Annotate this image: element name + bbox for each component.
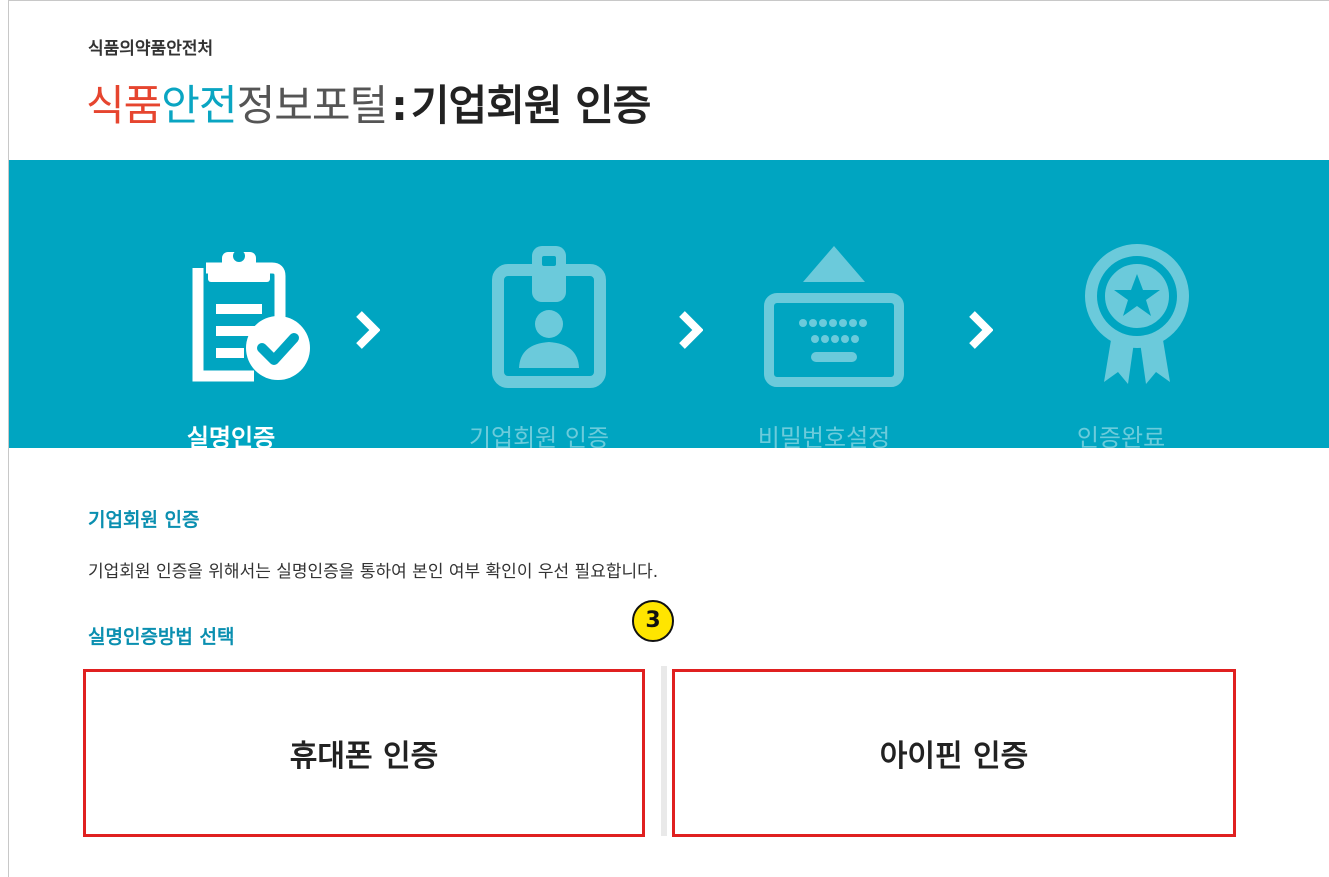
phone-auth-button[interactable]: 휴대폰 인증: [83, 669, 645, 837]
page-title: 식품안전정보포털:기업회원 인증: [86, 72, 651, 133]
step-complete: [1037, 238, 1237, 388]
title-safety: 안전: [161, 81, 237, 130]
step-label-corporate: 기업회원 인증: [468, 424, 610, 448]
step-label-real-name: 실명인증: [186, 424, 276, 448]
title-subtitle: 기업회원 인증: [410, 81, 651, 130]
step-label-password: 비밀번호설정: [757, 424, 891, 448]
keyboard-icon: [764, 246, 904, 387]
title-separator: :: [391, 81, 408, 130]
step-password: [734, 238, 934, 388]
step-label-complete: 인증완료: [1076, 424, 1166, 448]
button-divider: [661, 666, 667, 836]
chevron-right-icon: [677, 310, 704, 354]
section-title: 기업회원 인증: [88, 509, 200, 531]
annotation-badge: 3: [632, 600, 674, 642]
chevron-right-icon: [967, 310, 994, 354]
section-description: 기업회원 인증을 위해서는 실명인증을 통하여 본인 여부 확인이 우선 필요합…: [88, 562, 659, 582]
chevron-right-icon: [354, 310, 381, 354]
id-badge-icon: [492, 246, 606, 388]
agency-name: 식품의약품안전처: [88, 39, 214, 59]
clipboard-check-icon: [192, 250, 310, 382]
title-info-portal: 정보포털: [236, 81, 389, 130]
progress-steps-banner: 실명인증 기업회원 인증 비밀번호설정 인증완료: [9, 160, 1329, 448]
award-medal-icon: [1085, 244, 1189, 384]
ipin-auth-button[interactable]: 아이핀 인증: [672, 669, 1236, 837]
method-title: 실명인증방법 선택: [88, 626, 235, 648]
step-real-name: [139, 238, 339, 388]
title-food: 식품: [86, 81, 162, 130]
step-corporate: [449, 238, 649, 388]
